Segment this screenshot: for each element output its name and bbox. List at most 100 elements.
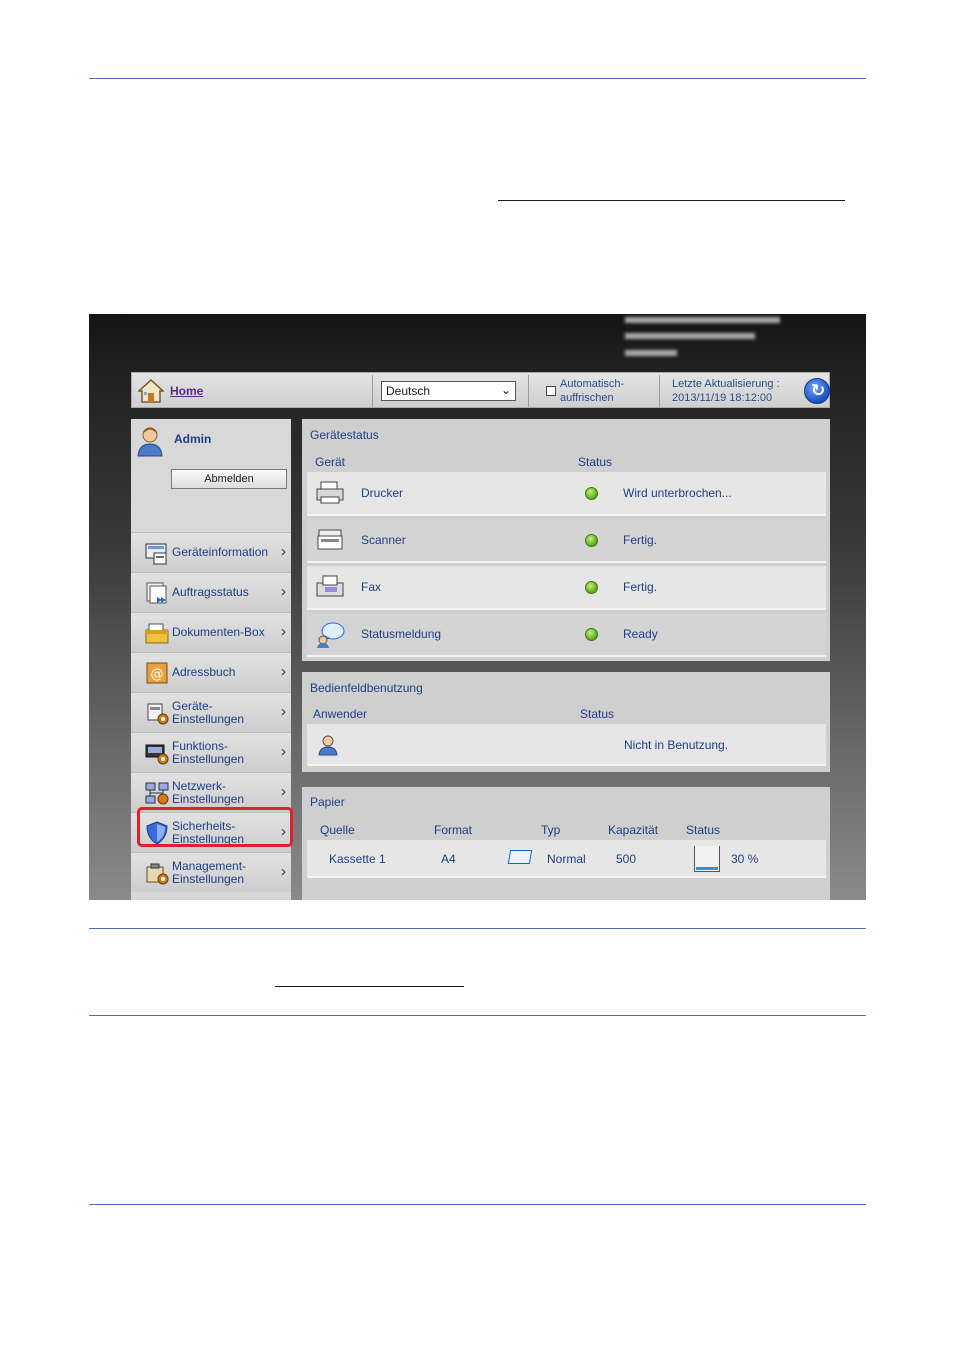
table-row[interactable]: Drucker Wird unterbrochen... [307, 472, 826, 516]
paper-status: 30 % [731, 852, 759, 866]
panel-title: Bedienfeldbenutzung [310, 681, 423, 695]
link-underline [498, 200, 845, 201]
chevron-right-icon: › [281, 543, 286, 560]
chevron-right-icon: › [281, 863, 286, 880]
sidebar-item-device-settings[interactable]: Geräte- Einstellungen › [131, 692, 291, 732]
sidebar-item-management-settings[interactable]: Management- Einstellungen › [131, 852, 291, 892]
sidebar-item-device-info[interactable]: Geräteinformation › [131, 532, 291, 572]
sidebar-item-document-box[interactable]: Dokumenten-Box › [131, 612, 291, 652]
sidebar-item-label: Adressbuch [172, 665, 236, 679]
status-led-green [585, 581, 598, 594]
chevron-down-icon: ⌄ [500, 383, 511, 397]
column-header-user: Anwender [313, 707, 368, 721]
device-status: Fertig. [623, 533, 658, 547]
separator [372, 375, 373, 407]
column-header-capacity: Kapazität [608, 823, 659, 837]
separator [659, 375, 660, 407]
device-status: Ready [623, 627, 658, 641]
home-link[interactable]: Home [170, 384, 203, 398]
paper-type: Normal [547, 852, 586, 866]
label-line1: Management- [172, 859, 247, 873]
last-update-label: Letzte Aktualisierung : [672, 378, 780, 390]
logout-button[interactable]: Abmelden [171, 469, 287, 489]
chevron-right-icon: › [281, 743, 286, 760]
table-row[interactable]: Statusmeldung Ready [307, 613, 826, 657]
user-avatar-icon [137, 427, 163, 457]
device-status-panel: Gerätestatus Gerät Status Drucker Wird u… [302, 419, 830, 661]
last-update-value: 2013/11/19 18:12:00 [672, 392, 773, 404]
top-bar: Home Deutsch ⌄ Automatisch- auffrischen … [131, 372, 830, 408]
paper-tray-icon [507, 850, 533, 864]
label-line2: Einstellungen [172, 792, 245, 806]
security-shield-icon [146, 821, 168, 845]
web-ui-screenshot: Home Deutsch ⌄ Automatisch- auffrischen … [89, 314, 866, 900]
sidebar-item-security-settings[interactable]: Sicherheits- Einstellungen › [131, 812, 291, 852]
device-name: Scanner [361, 533, 406, 547]
blurred-device-info [625, 333, 755, 339]
device-name: Drucker [361, 486, 404, 500]
refresh-icon: ↻ [811, 381, 826, 400]
panel-title: Gerätestatus [310, 428, 379, 442]
function-settings-icon [145, 744, 169, 765]
table-row: Kassette 1 A4 Normal 500 30 % [307, 840, 826, 878]
table-row[interactable]: Scanner Fertig. [307, 519, 826, 563]
section-rule [89, 1015, 866, 1016]
refresh-button[interactable]: ↻ [804, 378, 830, 404]
panel-usage-panel: Bedienfeldbenutzung Anwender Status Nich… [302, 672, 830, 772]
language-select[interactable]: Deutsch ⌄ [381, 381, 516, 401]
sidebar-item-function-settings[interactable]: Funktions- Einstellungen › [131, 732, 291, 772]
chevron-right-icon: › [281, 623, 286, 640]
sidebar-item-job-status[interactable]: Auftragsstatus › [131, 572, 291, 612]
svg-text:@: @ [151, 667, 164, 682]
chevron-right-icon: › [281, 663, 286, 680]
document-box-icon [145, 623, 169, 644]
chevron-right-icon: › [281, 583, 286, 600]
auto-refresh-line1: Automatisch- [560, 378, 625, 390]
paper-level-gauge [694, 846, 720, 872]
paper-capacity: 500 [616, 852, 637, 866]
sidebar-item-address-book[interactable]: @ Adressbuch › [131, 652, 291, 692]
status-led-green [585, 487, 598, 500]
section-rule [89, 928, 866, 929]
panel-title: Papier [310, 795, 345, 809]
separator [528, 375, 529, 407]
paper-source: Kassette 1 [329, 852, 386, 866]
sidebar-item-label: Funktions- Einstellungen [172, 740, 244, 766]
column-header-format: Format [434, 823, 473, 837]
table-row: Nicht in Benutzung. [307, 724, 826, 766]
status-message-icon [317, 622, 345, 648]
auto-refresh-label: Automatisch- auffrischen [560, 377, 624, 405]
sidebar-item-network-settings[interactable]: Netzwerk- Einstellungen › [131, 772, 291, 812]
label-line1: Netzwerk- [172, 779, 227, 793]
home-icon[interactable] [138, 378, 164, 404]
label-line1: Geräte- [172, 699, 213, 713]
sidebar-item-label: Netzwerk- Einstellungen [172, 780, 244, 806]
sidebar-item-label: Geräte- Einstellungen [172, 700, 244, 726]
device-status: Wird unterbrochen... [623, 486, 732, 500]
label-line1: Funktions- [172, 739, 229, 753]
last-update: Letzte Aktualisierung : 2013/11/19 18:12… [672, 377, 780, 405]
status-led-green [585, 628, 598, 641]
chevron-right-icon: › [281, 823, 286, 840]
label-line2: Einstellungen [172, 872, 245, 886]
table-row[interactable]: Fax Fertig. [307, 566, 826, 610]
label-line2: Einstellungen [172, 752, 245, 766]
printer-icon [316, 481, 344, 504]
device-name: Fax [361, 580, 382, 594]
device-info-icon [145, 543, 167, 565]
status-led-green [585, 534, 598, 547]
address-book-icon: @ [146, 662, 168, 684]
label-line2: Einstellungen [172, 712, 245, 726]
label-line1: Sicherheits- [172, 819, 236, 833]
job-status-icon [146, 582, 167, 604]
network-settings-icon [145, 782, 169, 805]
column-header-device: Gerät [315, 455, 346, 469]
user-icon [318, 735, 338, 756]
link-underline [275, 986, 464, 987]
scanner-icon [317, 529, 343, 550]
device-status: Fertig. [623, 580, 658, 594]
language-select-value: Deutsch [386, 384, 431, 398]
blurred-device-info [625, 350, 677, 356]
top-rule [89, 78, 866, 79]
auto-refresh-checkbox[interactable] [546, 386, 556, 396]
